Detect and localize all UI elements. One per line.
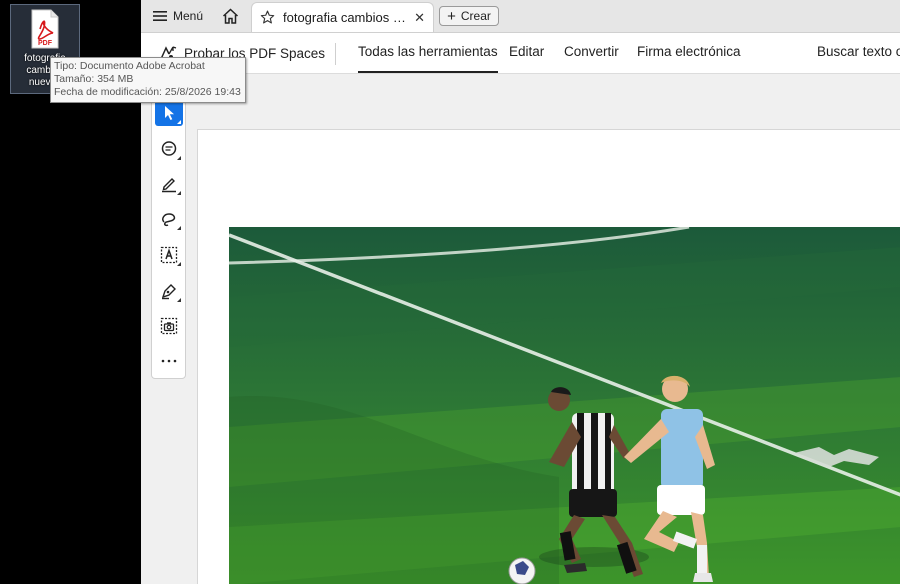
pdf-file-icon: PDF bbox=[31, 9, 59, 49]
menu-button[interactable]: Menú bbox=[147, 4, 209, 28]
camera-select-icon bbox=[160, 317, 178, 335]
tooltip-modified: Fecha de modificación: 25/8/2026 19:43 bbox=[54, 86, 241, 98]
lasso-icon bbox=[162, 213, 176, 227]
cursor-icon bbox=[165, 106, 174, 120]
highlight-tool[interactable] bbox=[155, 171, 183, 197]
home-icon bbox=[222, 8, 238, 24]
tooltip-size: Tamaño: 354 MB bbox=[54, 73, 134, 85]
create-label: Crear bbox=[460, 9, 491, 23]
star-icon[interactable] bbox=[260, 10, 275, 25]
tab-all-tools[interactable]: Todas las herramientas bbox=[358, 33, 498, 73]
menu-label: Menú bbox=[173, 9, 204, 23]
tooltip-type: Tipo: Documento Adobe Acrobat bbox=[54, 60, 205, 72]
document-tab-title: fotografia cambios n... bbox=[283, 10, 407, 25]
plus-icon: + bbox=[447, 7, 456, 25]
document-area bbox=[141, 74, 900, 584]
tab-e-sign[interactable]: Firma electrónica bbox=[637, 33, 741, 73]
quick-tools-rail bbox=[151, 94, 186, 379]
snapshot-tool[interactable] bbox=[155, 313, 183, 339]
text-select-tool[interactable] bbox=[155, 242, 183, 268]
pdf-badge: PDF bbox=[38, 40, 53, 47]
hamburger-icon bbox=[153, 11, 167, 21]
acrobat-window: Menú fotografia cambios n... ✕ + Crear P… bbox=[141, 0, 900, 584]
tab-convert[interactable]: Convertir bbox=[564, 33, 619, 73]
football-photo-image bbox=[229, 227, 900, 584]
tab-bar: Menú fotografia cambios n... ✕ + Crear bbox=[141, 0, 900, 33]
football-photo bbox=[229, 227, 900, 584]
file-tooltip: Tipo: Documento Adobe Acrobat Tamaño: 35… bbox=[50, 57, 246, 103]
home-button[interactable] bbox=[218, 5, 242, 27]
pdf-page[interactable] bbox=[197, 129, 900, 584]
document-tab[interactable]: fotografia cambios n... ✕ bbox=[251, 2, 434, 32]
comment-tool[interactable] bbox=[155, 136, 183, 162]
comment-icon bbox=[161, 141, 177, 156]
fountain-pen-icon bbox=[161, 284, 176, 300]
search-text-button[interactable]: Buscar texto o bbox=[817, 33, 900, 73]
tab-edit[interactable]: Editar bbox=[509, 33, 544, 73]
select-tool[interactable] bbox=[155, 100, 183, 126]
close-tab-icon[interactable]: ✕ bbox=[414, 10, 425, 26]
draw-tool[interactable] bbox=[155, 206, 183, 232]
top-toolbar: Probar los PDF Spaces Todas las herramie… bbox=[141, 33, 900, 74]
create-button[interactable]: + Crear bbox=[439, 6, 499, 26]
pen-highlight-icon bbox=[162, 178, 176, 193]
toolbar-divider bbox=[335, 43, 336, 65]
more-icon bbox=[161, 359, 177, 363]
sign-tool[interactable] bbox=[155, 278, 183, 304]
text-box-icon bbox=[160, 246, 178, 264]
more-tools-button[interactable] bbox=[155, 348, 183, 374]
